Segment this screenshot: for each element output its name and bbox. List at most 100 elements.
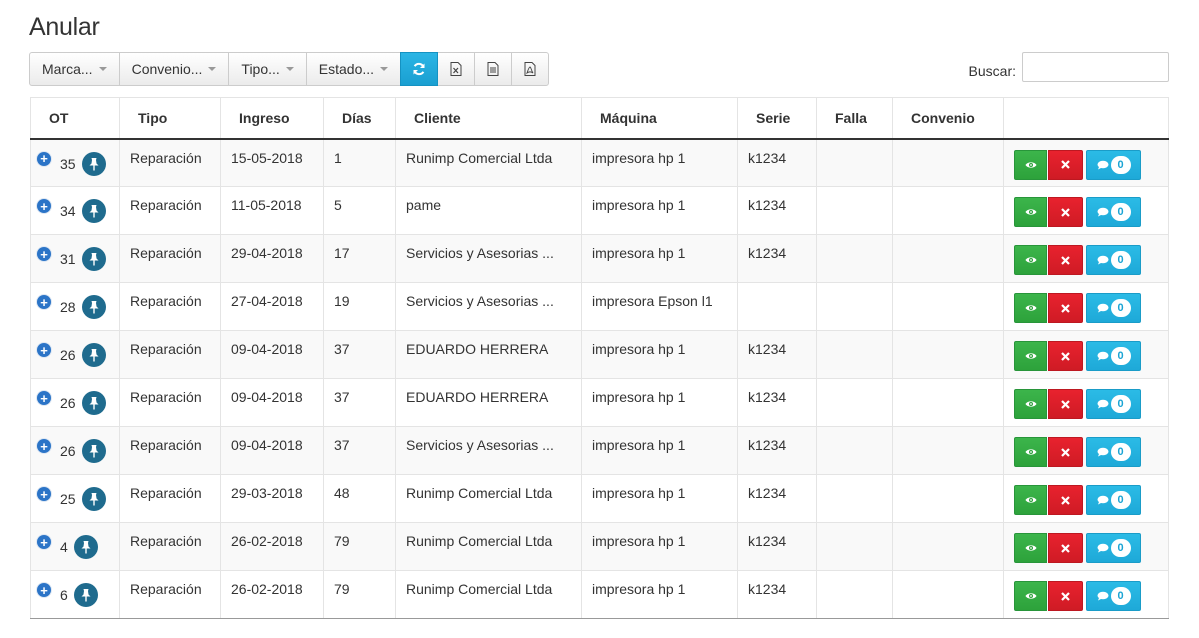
filter-tipo-dropdown[interactable]: Tipo... [228,52,307,86]
pin-icon[interactable] [81,439,106,463]
comments-button[interactable]: 0 [1086,389,1141,419]
cell-dias: 48 [323,474,396,523]
refresh-button[interactable] [400,52,439,86]
expand-plus-icon[interactable]: + [37,583,51,597]
ot-number: 28 [60,299,76,315]
expand-plus-icon[interactable]: + [37,535,51,549]
comments-button[interactable]: 0 [1086,437,1141,467]
cancel-button[interactable] [1048,149,1083,180]
table-row[interactable]: +26 Reparación 09-04-2018 37 Servicios y Ase… [30,426,1169,475]
table-row[interactable]: +26 Reparación 09-04-2018 37 EDUARDO HERRERA… [30,330,1169,379]
cell-serie: k1234 [737,426,817,475]
table-row[interactable]: +26 Reparación 09-04-2018 37 EDUARDO HERRERA… [30,378,1169,427]
cancel-button[interactable] [1048,533,1083,563]
expand-plus-icon[interactable]: + [37,391,51,405]
cell-maquina: impresora hp 1 [581,522,738,571]
pin-icon[interactable] [81,343,106,367]
view-button[interactable] [1014,197,1047,227]
cell-convenio [892,330,1004,379]
header-serie[interactable]: Serie [737,97,817,140]
header-dias[interactable]: Días [323,97,396,140]
expand-plus-icon[interactable]: + [37,487,51,501]
header-tipo[interactable]: Tipo [119,97,221,140]
expand-plus-icon[interactable]: + [37,343,51,357]
cancel-button[interactable] [1048,437,1083,467]
view-button[interactable] [1014,581,1047,611]
csv-icon [487,62,499,76]
cell-ot: +35 [30,138,120,187]
page-title: Anular [29,13,100,41]
header-maquina[interactable]: Máquina [581,97,738,140]
export-pdf-button[interactable] [511,52,550,86]
view-button[interactable] [1014,389,1047,419]
table-row[interactable]: +4 Reparación 26-02-2018 79 Runimp Comercial… [30,522,1169,571]
filter-estado-dropdown[interactable]: Estado... [305,52,402,86]
cell-maquina: impresora hp 1 [581,234,738,283]
view-button[interactable] [1014,293,1047,323]
view-button[interactable] [1014,149,1047,180]
header-convenio[interactable]: Convenio [892,97,1004,140]
cell-cliente: Runimp Comercial Ltda [395,522,582,571]
cell-cliente: Runimp Comercial Ltda [395,570,582,619]
close-icon [1061,399,1070,409]
search-input[interactable] [1022,52,1169,82]
header-falla[interactable]: Falla [816,97,893,140]
header-ot[interactable]: OT [30,97,120,140]
pin-icon[interactable] [81,295,106,319]
header-cliente[interactable]: Cliente [395,97,582,140]
view-button[interactable] [1014,533,1047,563]
pin-icon[interactable] [81,487,106,511]
table-row[interactable]: +28 Reparación 27-04-2018 19 Servicios y Ase… [30,282,1169,331]
comments-button[interactable]: 0 [1086,581,1141,611]
comments-button[interactable]: 0 [1086,533,1141,563]
cell-tipo: Reparación [119,282,221,331]
expand-plus-icon[interactable]: + [37,295,51,309]
expand-plus-icon[interactable]: + [37,151,51,166]
pin-icon[interactable] [73,535,98,559]
caret-down-icon [380,67,389,71]
ot-number: 34 [60,203,76,219]
cell-tipo: Reparación [119,138,221,187]
comments-button[interactable]: 0 [1086,341,1141,371]
view-button[interactable] [1014,437,1047,467]
table-row[interactable]: +35 Reparación 15-05-2018 1 Runimp Comercial… [30,138,1169,187]
comments-button[interactable]: 0 [1086,293,1141,323]
pin-icon[interactable] [81,199,106,223]
cancel-button[interactable] [1048,341,1083,371]
cancel-button[interactable] [1048,485,1083,515]
cell-cliente: Servicios y Asesorias ... [395,282,582,331]
expand-plus-icon[interactable]: + [37,439,51,453]
eye-icon [1025,353,1036,359]
cancel-button[interactable] [1048,581,1083,611]
table-row[interactable]: +34 Reparación 11-05-2018 5 pame impresora hp… [30,186,1169,235]
comments-button[interactable]: 0 [1086,485,1141,515]
comments-button[interactable]: 0 [1086,149,1141,180]
cancel-button[interactable] [1048,389,1083,419]
pin-icon[interactable] [73,583,98,607]
table-row[interactable]: +31 Reparación 29-04-2018 17 Servicios y Ase… [30,234,1169,283]
cell-tipo: Reparación [119,570,221,619]
header-ingreso[interactable]: Ingreso [220,97,324,140]
cell-actions: 0 [1003,426,1169,475]
table-row[interactable]: +25 Reparación 29-03-2018 48 Runimp Comercia… [30,474,1169,523]
cell-ot: +25 [30,474,120,523]
export-excel-button[interactable] [437,52,476,86]
view-button[interactable] [1014,485,1047,515]
cancel-button[interactable] [1048,293,1083,323]
filter-marca-dropdown[interactable]: Marca... [29,52,120,86]
cell-actions: 0 [1003,474,1169,523]
view-button[interactable] [1014,245,1047,275]
comments-button[interactable]: 0 [1086,197,1141,227]
expand-plus-icon[interactable]: + [37,199,51,213]
comments-button[interactable]: 0 [1086,245,1141,275]
view-button[interactable] [1014,341,1047,371]
table-row[interactable]: +6 Reparación 26-02-2018 79 Runimp Comercial… [30,570,1169,619]
cancel-button[interactable] [1048,245,1083,275]
filter-convenio-dropdown[interactable]: Convenio... [118,52,230,86]
expand-plus-icon[interactable]: + [37,247,51,261]
pin-icon[interactable] [81,151,106,176]
pin-icon[interactable] [81,247,106,271]
export-csv-button[interactable] [474,52,513,86]
pin-icon[interactable] [81,391,106,415]
cancel-button[interactable] [1048,197,1083,227]
